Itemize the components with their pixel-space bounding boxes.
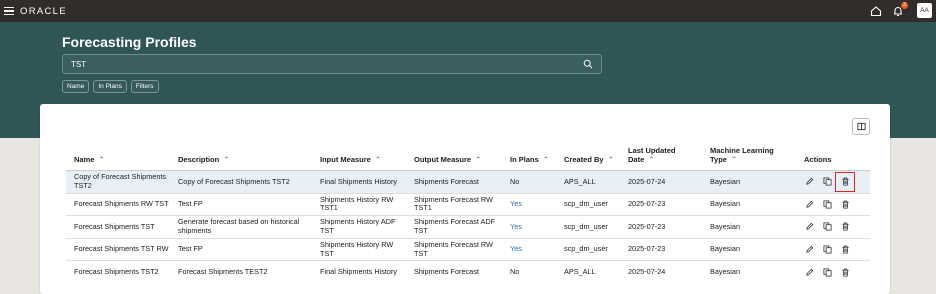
cell-description: Test FP — [170, 192, 312, 216]
cell-actions — [796, 237, 870, 261]
profiles-table: Name ⌃ Description ⌃ Input Measure ⌃ Output… — [66, 146, 870, 284]
col-input-measure[interactable]: Input Measure ⌃ — [312, 146, 406, 171]
col-created-by[interactable]: Created By ⌃ — [556, 146, 620, 171]
cell-created-by: APS_ALL — [556, 260, 620, 284]
duplicate-icon[interactable] — [822, 245, 832, 255]
cell-output: Shipments Forecast RW TST — [406, 237, 502, 261]
cell-actions — [796, 260, 870, 284]
cell-ml-type: Bayesian — [702, 237, 796, 261]
avatar[interactable]: AA — [917, 3, 932, 18]
duplicate-icon[interactable] — [822, 199, 832, 209]
table-row[interactable]: Forecast Shipments TST Generate forecast … — [66, 215, 870, 239]
top-navigation-bar: ORACLE 3 AA — [0, 0, 936, 22]
sort-icon[interactable]: ⌃ — [543, 155, 549, 164]
cell-updated: 2025-07-24 — [620, 170, 702, 194]
home-icon[interactable] — [869, 4, 883, 18]
cell-output: Shipments Forecast ADF TST — [406, 215, 502, 239]
cell-created-by: scp_dm_user — [556, 237, 620, 261]
cell-input: Shipments History RW TST1 — [312, 192, 406, 216]
table-row[interactable]: Forecast Shipments RW TST Test FP Shipment… — [66, 192, 870, 216]
cell-updated: 2025-07-24 — [620, 260, 702, 284]
filter-chip-name[interactable]: Name — [62, 80, 90, 93]
cell-name: Copy of Forecast Shipments TST2 — [66, 170, 170, 194]
cell-actions — [796, 192, 870, 216]
sort-icon[interactable]: ⌃ — [731, 155, 737, 164]
cell-in-plans[interactable]: Yes — [502, 237, 556, 261]
cell-name: Forecast Shipments TST — [66, 215, 170, 239]
cell-name: Forecast Shipments RW TST — [66, 192, 170, 216]
cell-description: Generate forecast based on historical sh… — [170, 215, 312, 239]
cell-in-plans[interactable]: Yes — [502, 215, 556, 239]
cell-actions — [796, 215, 870, 239]
edit-icon[interactable] — [804, 177, 814, 187]
cell-in-plans: No — [502, 260, 556, 284]
cell-ml-type: Bayesian — [702, 192, 796, 216]
cell-created-by: scp_dm_user — [556, 215, 620, 239]
duplicate-icon[interactable] — [822, 267, 832, 277]
edit-icon[interactable] — [804, 222, 814, 232]
cell-created-by: APS_ALL — [556, 170, 620, 194]
cell-input: Final Shipments History — [312, 260, 406, 284]
search-input[interactable]: TST — [62, 54, 602, 74]
cell-updated: 2025-07-23 — [620, 215, 702, 239]
cell-input: Shipments History RW TST — [312, 237, 406, 261]
cell-output: Shipments Forecast RW TST1 — [406, 192, 502, 216]
cell-ml-type: Bayesian — [702, 215, 796, 239]
cell-description: Test FP — [170, 237, 312, 261]
cell-updated: 2025-07-23 — [620, 192, 702, 216]
delete-icon[interactable] — [840, 222, 850, 232]
menu-icon[interactable] — [4, 7, 14, 15]
edit-icon[interactable] — [804, 245, 814, 255]
oracle-logo: ORACLE — [20, 5, 67, 17]
sort-icon[interactable]: ⌃ — [98, 155, 104, 164]
cell-output: Shipments Forecast — [406, 260, 502, 284]
cell-ml-type: Bayesian — [702, 170, 796, 194]
duplicate-icon[interactable] — [822, 177, 832, 187]
cell-input: Shipments History ADF TST — [312, 215, 406, 239]
col-ml-type[interactable]: Machine Learning Type ⌃ — [702, 146, 796, 171]
duplicate-icon[interactable] — [822, 222, 832, 232]
filter-chip-filters[interactable]: Filters — [130, 80, 159, 93]
search-value[interactable]: TST — [71, 60, 583, 69]
col-in-plans[interactable]: In Plans ⌃ — [502, 146, 556, 171]
edit-icon[interactable] — [804, 199, 814, 209]
notification-badge: 3 — [901, 1, 908, 9]
sort-icon[interactable]: ⌃ — [648, 155, 654, 164]
delete-icon[interactable] — [840, 267, 850, 277]
sort-icon[interactable]: ⌃ — [475, 155, 481, 164]
edit-icon[interactable] — [804, 267, 814, 277]
table-row[interactable]: Copy of Forecast Shipments TST2 Copy of F… — [66, 170, 870, 194]
delete-icon[interactable] — [840, 245, 850, 255]
cell-input: Final Shipments History — [312, 170, 406, 194]
cell-description: Forecast Shipments TEST2 — [170, 260, 312, 284]
cell-name: Forecast Shipments TST RW — [66, 237, 170, 261]
cell-in-plans: No — [502, 170, 556, 194]
col-actions: Actions — [796, 146, 870, 171]
cell-name: Forecast Shipments TST2 — [66, 260, 170, 284]
results-card: Name ⌃ Description ⌃ Input Measure ⌃ Output… — [40, 104, 890, 294]
col-output-measure[interactable]: Output Measure ⌃ — [406, 146, 502, 171]
cell-created-by: scp_dm_user — [556, 192, 620, 216]
search-icon[interactable] — [583, 59, 593, 69]
bell-icon[interactable]: 3 — [891, 1, 908, 18]
cell-actions — [796, 170, 870, 194]
table-row[interactable]: Forecast Shipments TST2 Forecast Shipment… — [66, 260, 870, 284]
sort-icon[interactable]: ⌃ — [223, 155, 229, 164]
cell-output: Shipments Forecast — [406, 170, 502, 194]
cell-in-plans[interactable]: Yes — [502, 192, 556, 216]
sort-icon[interactable]: ⌃ — [608, 155, 614, 164]
sort-icon[interactable]: ⌃ — [375, 155, 381, 164]
filter-chip-in-plans[interactable]: In Plans — [93, 80, 127, 93]
col-description[interactable]: Description ⌃ — [170, 146, 312, 171]
page-title: Forecasting Profiles — [62, 34, 197, 50]
cell-description: Copy of Forecast Shipments TST2 — [170, 170, 312, 194]
col-last-updated[interactable]: Last Updated Date ⌃ — [620, 146, 702, 171]
cell-updated: 2025-07-23 — [620, 237, 702, 261]
delete-icon[interactable] — [840, 199, 850, 209]
delete-icon[interactable] — [835, 171, 855, 192]
cell-ml-type: Bayesian — [702, 260, 796, 284]
columns-icon[interactable] — [852, 118, 870, 135]
table-row[interactable]: Forecast Shipments TST RW Test FP Shipment… — [66, 237, 870, 261]
col-name[interactable]: Name ⌃ — [66, 146, 170, 171]
